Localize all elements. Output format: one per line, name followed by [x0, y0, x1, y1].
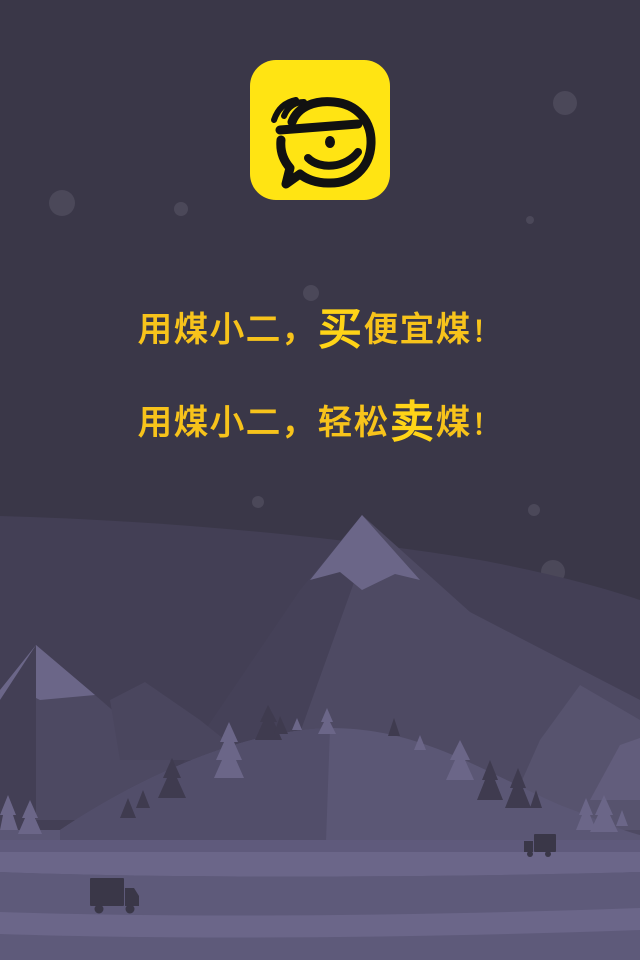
sky-dot — [553, 91, 577, 115]
sky-dot — [49, 190, 75, 216]
sky-dot — [528, 504, 540, 516]
road-upper — [0, 852, 640, 877]
splash-screen: 用煤小二，买便宜煤！ 用煤小二，轻松卖煤！ — [0, 0, 640, 960]
sky-dot — [174, 202, 188, 216]
app-icon — [250, 60, 390, 200]
slogan-buy: 用煤小二，买便宜煤！ — [0, 290, 640, 355]
slogan-buy-part-b: 便宜煤 — [363, 310, 472, 350]
slogan-buy-end: ！ — [471, 315, 502, 348]
slogan-buy-part-a: 用煤小二， — [137, 310, 318, 350]
slogan-sell-highlight: 卖 — [389, 397, 436, 448]
sky-dot — [526, 216, 534, 224]
coal-mascot-icon — [271, 97, 376, 189]
slogan-sell: 用煤小二，轻松卖煤！ — [0, 383, 640, 448]
sky-dot — [252, 496, 264, 508]
slogan-buy-highlight: 买 — [317, 304, 364, 355]
slogan-sell-part-b: 煤 — [435, 403, 472, 443]
slogan-sell-end: ！ — [471, 408, 502, 441]
slogan-sell-part-a: 用煤小二，轻松 — [137, 403, 390, 443]
